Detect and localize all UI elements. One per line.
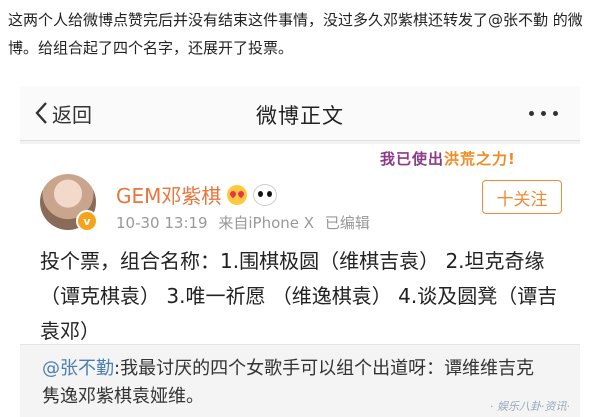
repost-body: :我最讨厌的四个女歌手可以组个出道呀：谭维维吉克隽逸邓紫棋袁娅维。: [42, 358, 535, 407]
heart-eyes-emoji-icon: [227, 184, 248, 205]
page-title: 微博正文: [256, 104, 344, 128]
weibo-post: 我已使出洪荒之力! v GEM邓紫棋 10-30 13:19 来自iPhone …: [20, 144, 580, 417]
post-body: 投个票，组合名称：1.围棋极圆（维棋吉袁） 2.坦克奇缘（谭克棋袁） 3.唯一祈…: [40, 249, 558, 343]
post-edited: 已编辑: [324, 214, 370, 232]
sticker-decoration: 我已使出洪荒之力!: [380, 148, 516, 169]
post-source: 来自iPhone X: [218, 214, 315, 232]
article-paragraph: 这两个人给微博点赞完后并没有结束这件事情，没过多久邓紫棋还转发了@张不勤 的微博…: [8, 11, 583, 57]
watermark: · 娱乐八卦·资讯·: [490, 400, 570, 413]
verified-badge-icon: v: [76, 210, 98, 232]
nav-bar: 返回 微博正文: [20, 86, 580, 141]
panda-emoji-icon: [253, 183, 278, 206]
sticker-text: 我已使出: [380, 150, 445, 168]
more-options-icon[interactable]: [529, 111, 558, 116]
username-link[interactable]: GEM邓紫棋: [116, 180, 221, 209]
sticker-highlight: 洪荒之力!: [444, 150, 516, 168]
mention-link[interactable]: @张不勤: [42, 358, 114, 379]
follow-button[interactable]: 十关注: [482, 180, 562, 214]
author-row: GEM邓紫棋: [116, 180, 278, 209]
weibo-screenshot: 返回 微博正文 我已使出洪荒之力! v GEM邓紫棋 10-30 13:19 来…: [20, 86, 580, 417]
avatar[interactable]: v: [40, 174, 98, 232]
post-time: 10-30 13:19: [116, 214, 208, 232]
post-meta: 10-30 13:19 来自iPhone X 已编辑: [116, 212, 376, 233]
repost-text: @张不勤:我最讨厌的四个女歌手可以组个出道呀：谭维维吉克隽逸邓紫棋袁娅维。: [42, 355, 552, 411]
